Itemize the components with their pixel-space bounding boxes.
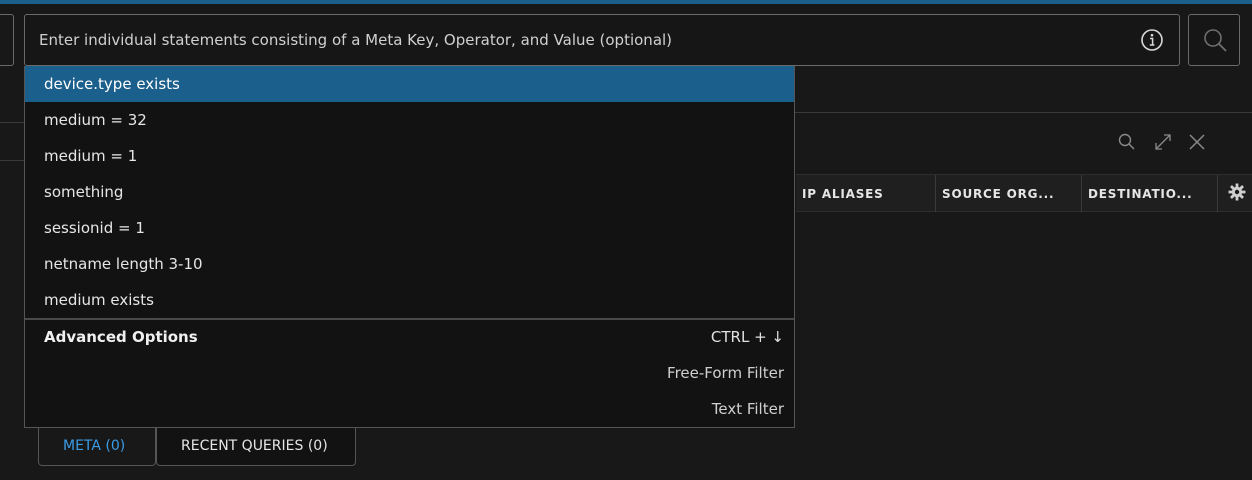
suggestion-item[interactable]: medium = 32 bbox=[25, 102, 794, 138]
suggestion-item[interactable]: something bbox=[25, 174, 794, 210]
advanced-options-heading: Advanced Options bbox=[44, 328, 198, 346]
tab-meta[interactable]: META (0) bbox=[38, 428, 156, 466]
panel-divider-left bbox=[0, 122, 24, 123]
panel-toolbar bbox=[1117, 132, 1227, 156]
search-icon bbox=[1204, 29, 1227, 52]
column-header-destination[interactable]: DESTINATIO... bbox=[1082, 175, 1218, 212]
table-header: IP ALIASES SOURCE ORG... DESTINATIO... bbox=[796, 174, 1252, 212]
advanced-options-shortcut: CTRL + ↓ bbox=[710, 328, 784, 346]
panel-divider bbox=[795, 112, 1252, 113]
text-filter-option[interactable]: Text Filter bbox=[712, 396, 784, 422]
expand-icon[interactable] bbox=[1153, 132, 1173, 156]
search-icon[interactable] bbox=[1117, 132, 1137, 156]
gear-icon[interactable] bbox=[1228, 183, 1246, 205]
top-accent-bar bbox=[0, 0, 1252, 4]
query-bar bbox=[24, 14, 1180, 66]
left-panel-toggle[interactable] bbox=[0, 14, 14, 66]
search-button[interactable] bbox=[1188, 14, 1240, 66]
suggestion-item[interactable]: medium = 1 bbox=[25, 138, 794, 174]
dropdown-divider bbox=[25, 318, 794, 320]
close-icon[interactable] bbox=[1187, 132, 1207, 156]
suggestion-item[interactable]: device.type exists bbox=[25, 66, 794, 102]
column-header-source-org[interactable]: SOURCE ORG... bbox=[936, 175, 1082, 212]
suggestion-item[interactable]: netname length 3-10 bbox=[25, 246, 794, 282]
free-form-filter-option[interactable]: Free-Form Filter bbox=[667, 360, 784, 386]
panel-divider-left-2 bbox=[0, 160, 24, 161]
suggestion-item[interactable]: sessionid = 1 bbox=[25, 210, 794, 246]
suggestion-dropdown: device.type exists medium = 32 medium = … bbox=[24, 66, 795, 428]
suggestion-item[interactable]: medium exists bbox=[25, 282, 794, 318]
column-header-ip-aliases[interactable]: IP ALIASES bbox=[796, 175, 936, 212]
tab-recent-queries[interactable]: RECENT QUERIES (0) bbox=[156, 428, 356, 466]
info-icon[interactable] bbox=[1140, 28, 1164, 52]
query-input[interactable] bbox=[25, 15, 1125, 65]
